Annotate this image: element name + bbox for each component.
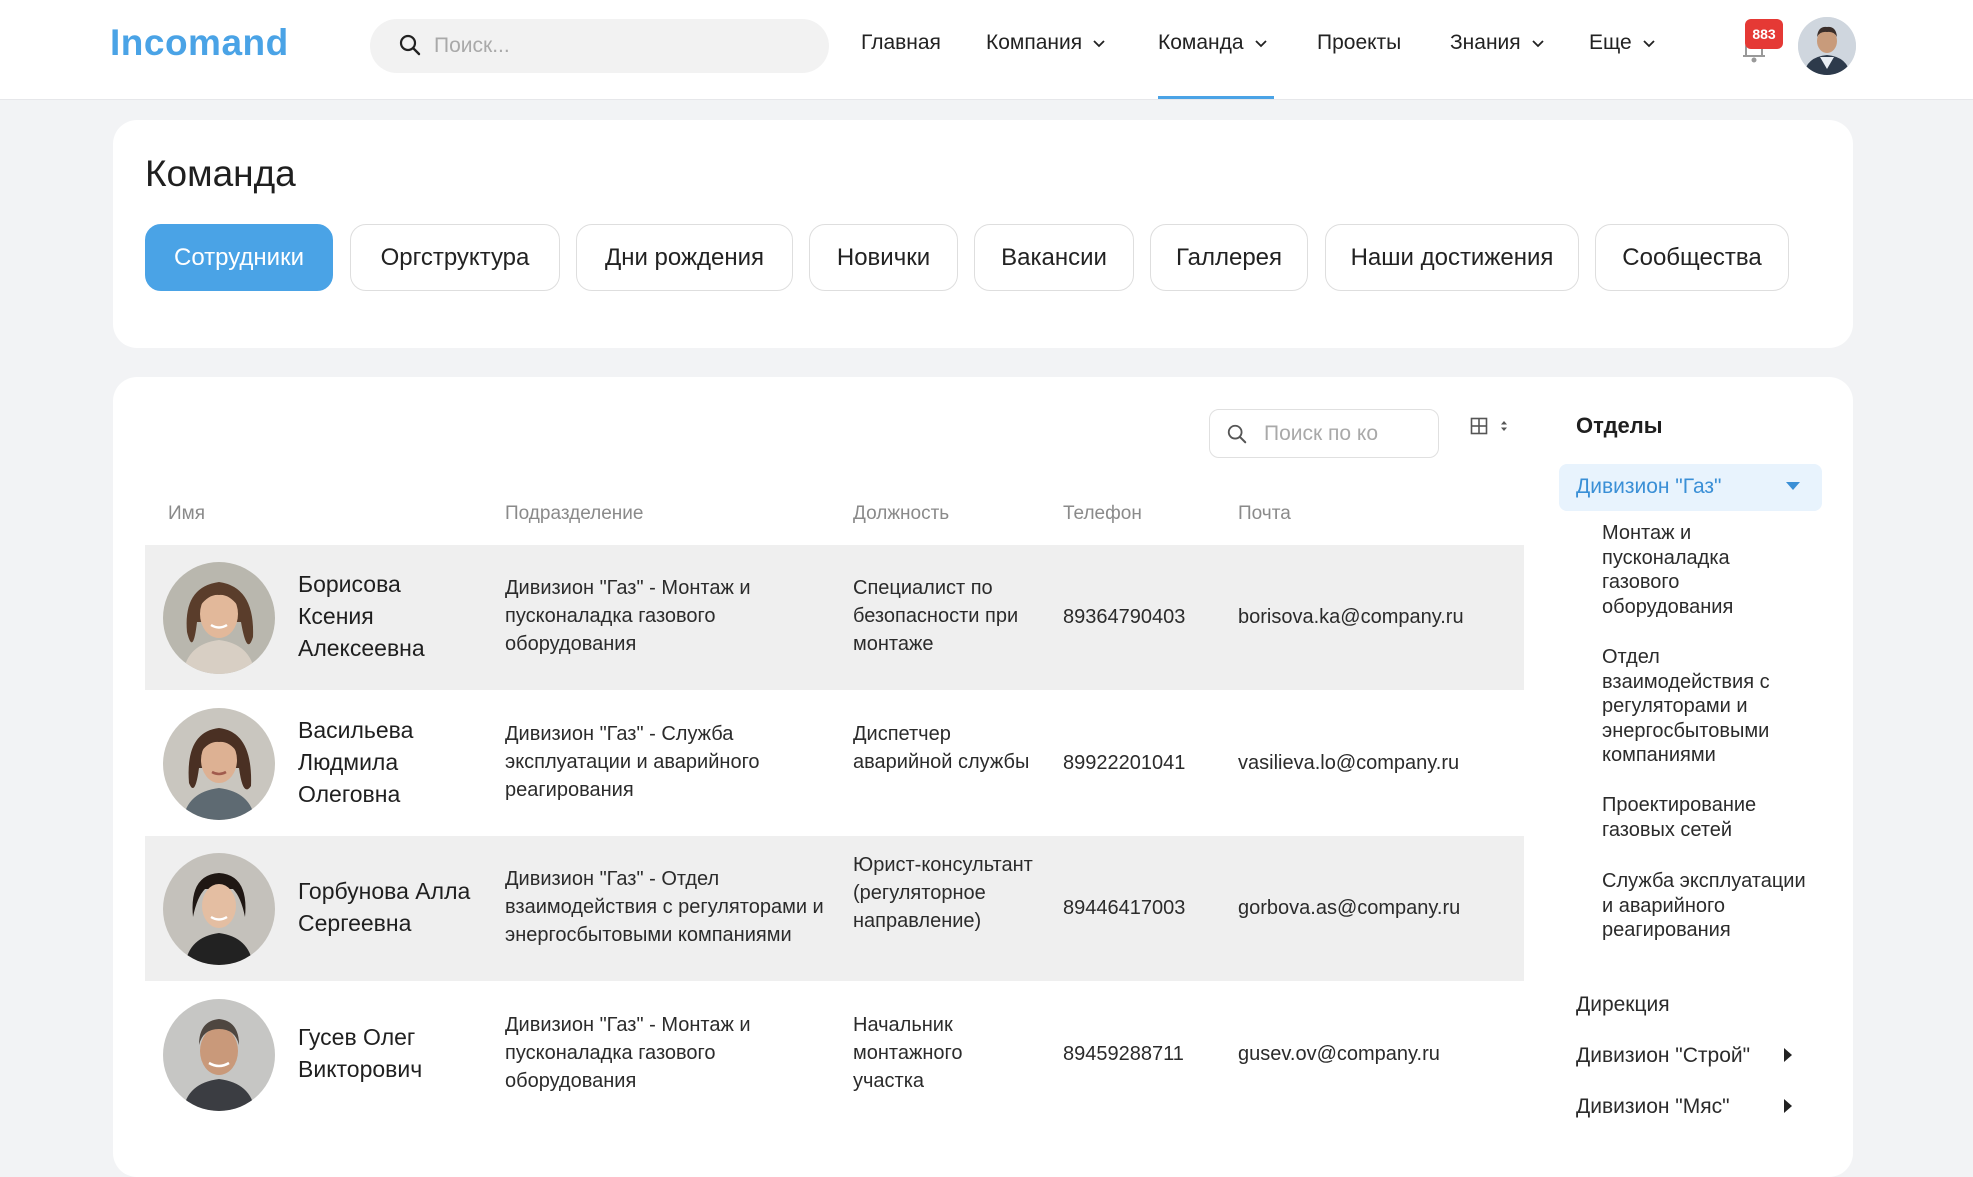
nav-active-indicator bbox=[1158, 96, 1274, 99]
avatar bbox=[163, 708, 275, 820]
search-icon bbox=[1226, 423, 1248, 450]
employee-department: Дивизион "Газ" - Монтаж и пусконаладка г… bbox=[505, 577, 751, 655]
view-toggle[interactable] bbox=[1470, 417, 1508, 435]
nav-projects[interactable]: Проекты bbox=[1317, 31, 1401, 55]
employee-phone[interactable]: 89446417003 bbox=[1063, 894, 1203, 922]
nav-home-label: Главная bbox=[861, 31, 941, 54]
caret-down-icon[interactable] bbox=[1786, 482, 1800, 491]
employee-name[interactable]: Борисова Ксения Алексеевна bbox=[298, 568, 473, 664]
nav-more[interactable]: Еще bbox=[1589, 31, 1656, 55]
logo[interactable]: Incomand bbox=[110, 22, 289, 64]
employee-email[interactable]: gusev.ov@company.ru bbox=[1238, 1040, 1498, 1068]
column-header-name[interactable]: Имя bbox=[168, 503, 205, 525]
nav-projects-label: Проекты bbox=[1317, 31, 1402, 54]
nav-company-label: Компания bbox=[986, 31, 1083, 54]
chevron-down-icon bbox=[1254, 40, 1267, 48]
global-search-input[interactable] bbox=[434, 29, 804, 63]
employee-name[interactable]: Гусев Олег Викторович bbox=[298, 1021, 473, 1085]
employee-email[interactable]: vasilieva.lo@company.ru bbox=[1238, 749, 1498, 777]
grid-view-icon bbox=[1470, 417, 1488, 435]
column-header-department[interactable]: Подразделение bbox=[505, 503, 643, 525]
department-item-gas[interactable]: Дивизион "Газ" bbox=[1559, 464, 1822, 511]
nav-home[interactable]: Главная bbox=[861, 31, 941, 55]
chevron-down-icon bbox=[1643, 40, 1655, 48]
nav-knowledge[interactable]: Знания bbox=[1450, 31, 1545, 55]
employee-name[interactable]: Васильева Людмила Олеговна bbox=[298, 714, 473, 810]
tab-gallery[interactable]: Галлерея bbox=[1150, 224, 1308, 291]
table-row[interactable]: Борисова Ксения Алексеевна Дивизион "Газ… bbox=[145, 545, 1524, 690]
employee-position: Диспетчер аварийной службы bbox=[853, 723, 1030, 773]
employee-department: Дивизион "Газ" - Отдел взаимодействия с … bbox=[505, 868, 824, 946]
department-item-build[interactable]: Дивизион "Строй" bbox=[1576, 1044, 1750, 1068]
department-sub-item[interactable]: Служба эксплуатации и аварийного реагиро… bbox=[1602, 869, 1807, 943]
caret-right-icon[interactable] bbox=[1784, 1099, 1793, 1113]
table-search[interactable] bbox=[1209, 409, 1439, 458]
nav-knowledge-label: Знания bbox=[1450, 31, 1521, 54]
nav-more-label: Еще bbox=[1589, 31, 1632, 54]
employee-phone[interactable]: 89364790403 bbox=[1063, 603, 1203, 631]
tab-newcomers[interactable]: Новички bbox=[809, 224, 958, 291]
tab-birthdays[interactable]: Дни рождения bbox=[576, 224, 793, 291]
employee-department: Дивизион "Газ" - Служба эксплуатации и а… bbox=[505, 723, 760, 801]
chevron-down-icon bbox=[1532, 40, 1544, 48]
employee-phone[interactable]: 89922201041 bbox=[1063, 749, 1203, 777]
departments-title: Отделы bbox=[1576, 413, 1663, 438]
employee-department: Дивизион "Газ" - Монтаж и пусконаладка г… bbox=[505, 1014, 751, 1092]
caret-right-icon[interactable] bbox=[1784, 1048, 1793, 1062]
department-item-label: Дивизион "Газ" bbox=[1576, 475, 1722, 498]
table-row[interactable]: Васильева Людмила Олеговна Дивизион "Газ… bbox=[145, 691, 1524, 836]
employee-position: Специалист по безопасности при монтаже bbox=[853, 577, 1019, 655]
column-header-phone[interactable]: Телефон bbox=[1063, 503, 1142, 525]
global-search[interactable] bbox=[370, 19, 829, 73]
department-sub-item[interactable]: Монтаж и пусконаладка газового оборудова… bbox=[1602, 521, 1807, 619]
employee-email[interactable]: borisova.ka@company.ru bbox=[1238, 603, 1498, 631]
avatar bbox=[163, 853, 275, 965]
column-header-email[interactable]: Почта bbox=[1238, 503, 1291, 525]
employee-email[interactable]: gorbova.as@company.ru bbox=[1238, 894, 1498, 922]
table-row[interactable]: Гусев Олег Викторович Дивизион "Газ" - М… bbox=[145, 982, 1524, 1127]
sort-toggle-icon bbox=[1501, 421, 1507, 431]
tab-communities[interactable]: Сообщества bbox=[1595, 224, 1789, 291]
avatar bbox=[163, 999, 275, 1111]
nav-team-label: Команда bbox=[1158, 31, 1244, 54]
tab-achievements[interactable]: Наши достижения bbox=[1325, 224, 1579, 291]
department-item-directorate[interactable]: Дирекция bbox=[1576, 993, 1670, 1017]
page-title: Команда bbox=[145, 153, 296, 194]
table-row[interactable]: Горбунова Алла Сергеевна Дивизион "Газ" … bbox=[145, 836, 1524, 981]
tab-employees[interactable]: Сотрудники bbox=[145, 224, 333, 291]
user-avatar[interactable] bbox=[1798, 17, 1856, 75]
tab-vacancies[interactable]: Вакансии bbox=[974, 224, 1134, 291]
avatar bbox=[163, 562, 275, 674]
chevron-down-icon bbox=[1093, 40, 1105, 48]
nav-company[interactable]: Компания bbox=[986, 31, 1106, 55]
employee-name[interactable]: Горбунова Алла Сергеевна bbox=[298, 875, 473, 939]
nav-team[interactable]: Команда bbox=[1158, 31, 1268, 55]
notification-badge: 883 bbox=[1745, 19, 1783, 49]
department-item-meat[interactable]: Дивизион "Мяс" bbox=[1576, 1095, 1730, 1119]
column-header-position[interactable]: Должность bbox=[853, 503, 949, 525]
search-icon bbox=[398, 33, 422, 62]
employee-position: Юрист-консультант (регуляторное направле… bbox=[853, 854, 1033, 932]
employee-phone[interactable]: 89459288711 bbox=[1063, 1040, 1203, 1068]
tab-org-structure[interactable]: Оргструктура bbox=[350, 224, 560, 291]
employee-position: Начальник монтажного участка bbox=[853, 1014, 963, 1092]
department-sub-item[interactable]: Отдел взаимодействия с регуляторами и эн… bbox=[1602, 645, 1807, 768]
department-sub-item[interactable]: Проектирование газовых сетей bbox=[1602, 793, 1807, 842]
table-search-input[interactable] bbox=[1264, 420, 1428, 448]
top-bar: Incomand Главная Компания Команда Проект… bbox=[0, 0, 1973, 100]
